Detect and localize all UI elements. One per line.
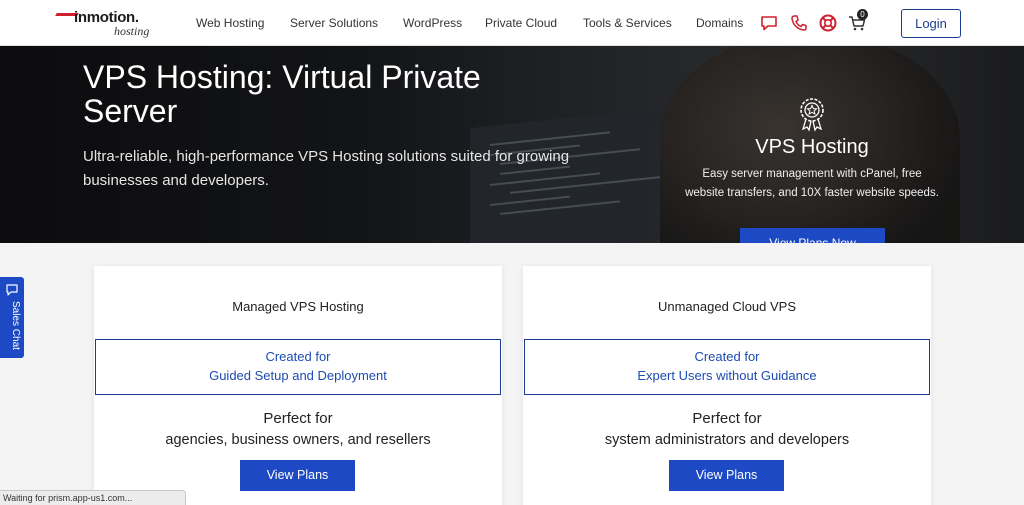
- created-for-label: Created for: [694, 349, 760, 364]
- view-plans-now-button[interactable]: View Plans Now: [740, 228, 885, 243]
- hero-banner: VPS Hosting: Virtual Private Server Ultr…: [0, 46, 1024, 243]
- perfect-for-audience: system administrators and developers: [604, 432, 850, 448]
- hero-side-description: Easy server management with cPanel, free…: [685, 168, 939, 199]
- award-badge-icon: [800, 98, 824, 132]
- nav-web-hosting[interactable]: Web Hosting: [196, 16, 264, 30]
- nav-domains[interactable]: Domains: [696, 16, 743, 30]
- view-plans-button[interactable]: View Plans: [240, 460, 355, 491]
- nav-private-cloud[interactable]: Private Cloud: [485, 16, 557, 30]
- login-button[interactable]: Login: [901, 9, 961, 38]
- created-for-box: Created for Guided Setup and Deployment: [95, 339, 501, 395]
- support-icon[interactable]: [818, 13, 838, 33]
- phone-icon[interactable]: [789, 13, 809, 33]
- nav-wordpress[interactable]: WordPress: [403, 16, 462, 30]
- unmanaged-cloud-vps-card: Unmanaged Cloud VPS Created for Expert U…: [523, 266, 931, 505]
- logo-sub-text: hosting: [114, 24, 150, 38]
- created-for-box: Created for Expert Users without Guidanc…: [524, 339, 930, 395]
- hero-title: VPS Hosting: Virtual Private Server: [83, 59, 481, 129]
- hero-side-title: VPS Hosting: [755, 136, 869, 158]
- inmotion-logo[interactable]: inmotion. hosting: [55, 8, 160, 38]
- cart-count-badge: 0: [857, 9, 868, 20]
- browser-status-bar: Waiting for prism.app-us1.com...: [0, 490, 186, 505]
- chat-icon[interactable]: [759, 13, 779, 33]
- card-title: Managed VPS Hosting: [232, 299, 364, 314]
- managed-vps-card: Managed VPS Hosting Created for Guided S…: [94, 266, 502, 505]
- card-title: Unmanaged Cloud VPS: [657, 299, 797, 314]
- chat-bubble-icon: [6, 284, 18, 296]
- sales-chat-tab[interactable]: Sales Chat: [0, 277, 24, 358]
- hero-subtitle: Ultra-reliable, high-performance VPS Hos…: [83, 148, 570, 189]
- created-for-value: Guided Setup and Deployment: [209, 368, 387, 383]
- perfect-for-label: Perfect for: [692, 410, 762, 427]
- perfect-for-label: Perfect for: [263, 410, 333, 427]
- created-for-value: Expert Users without Guidance: [637, 368, 817, 383]
- nav-tools-services[interactable]: Tools & Services: [583, 16, 672, 30]
- sales-chat-label: Sales Chat: [10, 301, 21, 350]
- site-header: inmotion. hosting Web Hosting Server Sol…: [0, 0, 1024, 46]
- nav-server-solutions[interactable]: Server Solutions: [290, 16, 378, 30]
- view-plans-button[interactable]: View Plans: [669, 460, 784, 491]
- perfect-for-audience: agencies, business owners, and resellers: [165, 432, 431, 448]
- created-for-label: Created for: [265, 349, 331, 364]
